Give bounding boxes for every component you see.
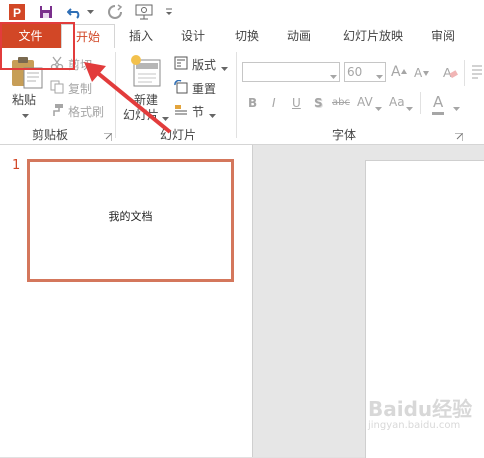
svg-text:P: P — [13, 6, 21, 20]
section-icon[interactable] — [174, 103, 188, 120]
tab-slideshow[interactable]: 幻灯片放映 — [334, 24, 412, 48]
powerpoint-app-icon[interactable]: P — [8, 3, 26, 21]
section-label[interactable]: 节 — [192, 103, 204, 120]
grow-font-arrow-icon — [401, 63, 407, 77]
ribbon-separator — [236, 52, 237, 138]
font-name-combobox[interactable] — [242, 62, 340, 82]
text-direction-icon[interactable] — [470, 64, 484, 83]
font-launcher-icon[interactable] — [455, 130, 464, 144]
redo-icon[interactable] — [106, 3, 124, 21]
tab-insert[interactable]: 插入 — [118, 24, 164, 48]
bold-button[interactable]: B — [248, 96, 257, 110]
quick-access-toolbar: P — [0, 0, 484, 24]
clear-formatting-icon[interactable]: A — [442, 64, 458, 83]
paste-label[interactable]: 粘贴 — [12, 91, 36, 108]
italic-button[interactable]: I — [272, 96, 276, 110]
section-dropdown-icon[interactable] — [209, 108, 216, 122]
watermark-url: jingyan.baidu.com — [368, 420, 461, 431]
font-color-dropdown-icon[interactable] — [453, 101, 460, 115]
grow-font-button[interactable]: A — [391, 64, 401, 80]
tab-transitions[interactable]: 切换 — [224, 24, 270, 48]
strikethrough-button[interactable]: abc — [332, 97, 350, 108]
ribbon-separator — [464, 60, 465, 86]
annotation-arrow-icon — [84, 62, 172, 134]
font-size-dropdown-icon[interactable] — [376, 69, 383, 83]
slide-thumbnail[interactable]: 我的文档 — [27, 159, 234, 282]
tab-design[interactable]: 设计 — [170, 24, 216, 48]
copy-icon[interactable] — [50, 80, 64, 97]
customize-qat-icon[interactable] — [164, 3, 174, 21]
underline-button[interactable]: U — [292, 96, 301, 110]
layout-label[interactable]: 版式 — [192, 56, 216, 73]
change-case-button[interactable]: Aa — [389, 95, 405, 109]
reset-icon[interactable] — [174, 79, 188, 97]
format-painter-icon[interactable] — [50, 103, 64, 120]
character-spacing-button[interactable]: AV — [357, 95, 373, 109]
ribbon-separator — [420, 92, 421, 114]
font-color-bar — [432, 112, 444, 115]
reset-label[interactable]: 重置 — [192, 80, 216, 97]
character-spacing-dropdown-icon[interactable] — [375, 101, 382, 115]
clipboard-group-label: 剪贴板 — [32, 128, 69, 142]
font-group-label: 字体 — [332, 128, 357, 142]
font-color-button[interactable]: A — [433, 93, 443, 111]
shrink-font-arrow-icon — [423, 65, 429, 79]
paste-dropdown-icon[interactable] — [22, 108, 29, 122]
font-size-value: 60 — [347, 65, 363, 79]
watermark-logo: Baidu经验 — [368, 397, 473, 421]
layout-dropdown-icon[interactable] — [221, 61, 228, 75]
save-icon[interactable] — [38, 3, 54, 21]
font-name-dropdown-icon[interactable] — [330, 69, 337, 83]
layout-icon[interactable] — [174, 56, 188, 73]
slide-number: 1 — [12, 158, 21, 173]
start-from-beginning-icon[interactable] — [134, 3, 154, 21]
change-case-dropdown-icon[interactable] — [406, 101, 413, 115]
highlight-box — [0, 22, 75, 70]
svg-text:A: A — [443, 65, 452, 80]
slide-thumbnail-text: 我的文档 — [108, 210, 153, 223]
undo-dropdown-icon[interactable] — [86, 3, 94, 21]
undo-icon[interactable] — [66, 3, 84, 21]
shrink-font-button[interactable]: A — [414, 66, 422, 80]
tab-review[interactable]: 审阅 — [420, 24, 466, 48]
tab-animations[interactable]: 动画 — [276, 24, 322, 48]
text-shadow-button[interactable]: S — [314, 96, 323, 110]
